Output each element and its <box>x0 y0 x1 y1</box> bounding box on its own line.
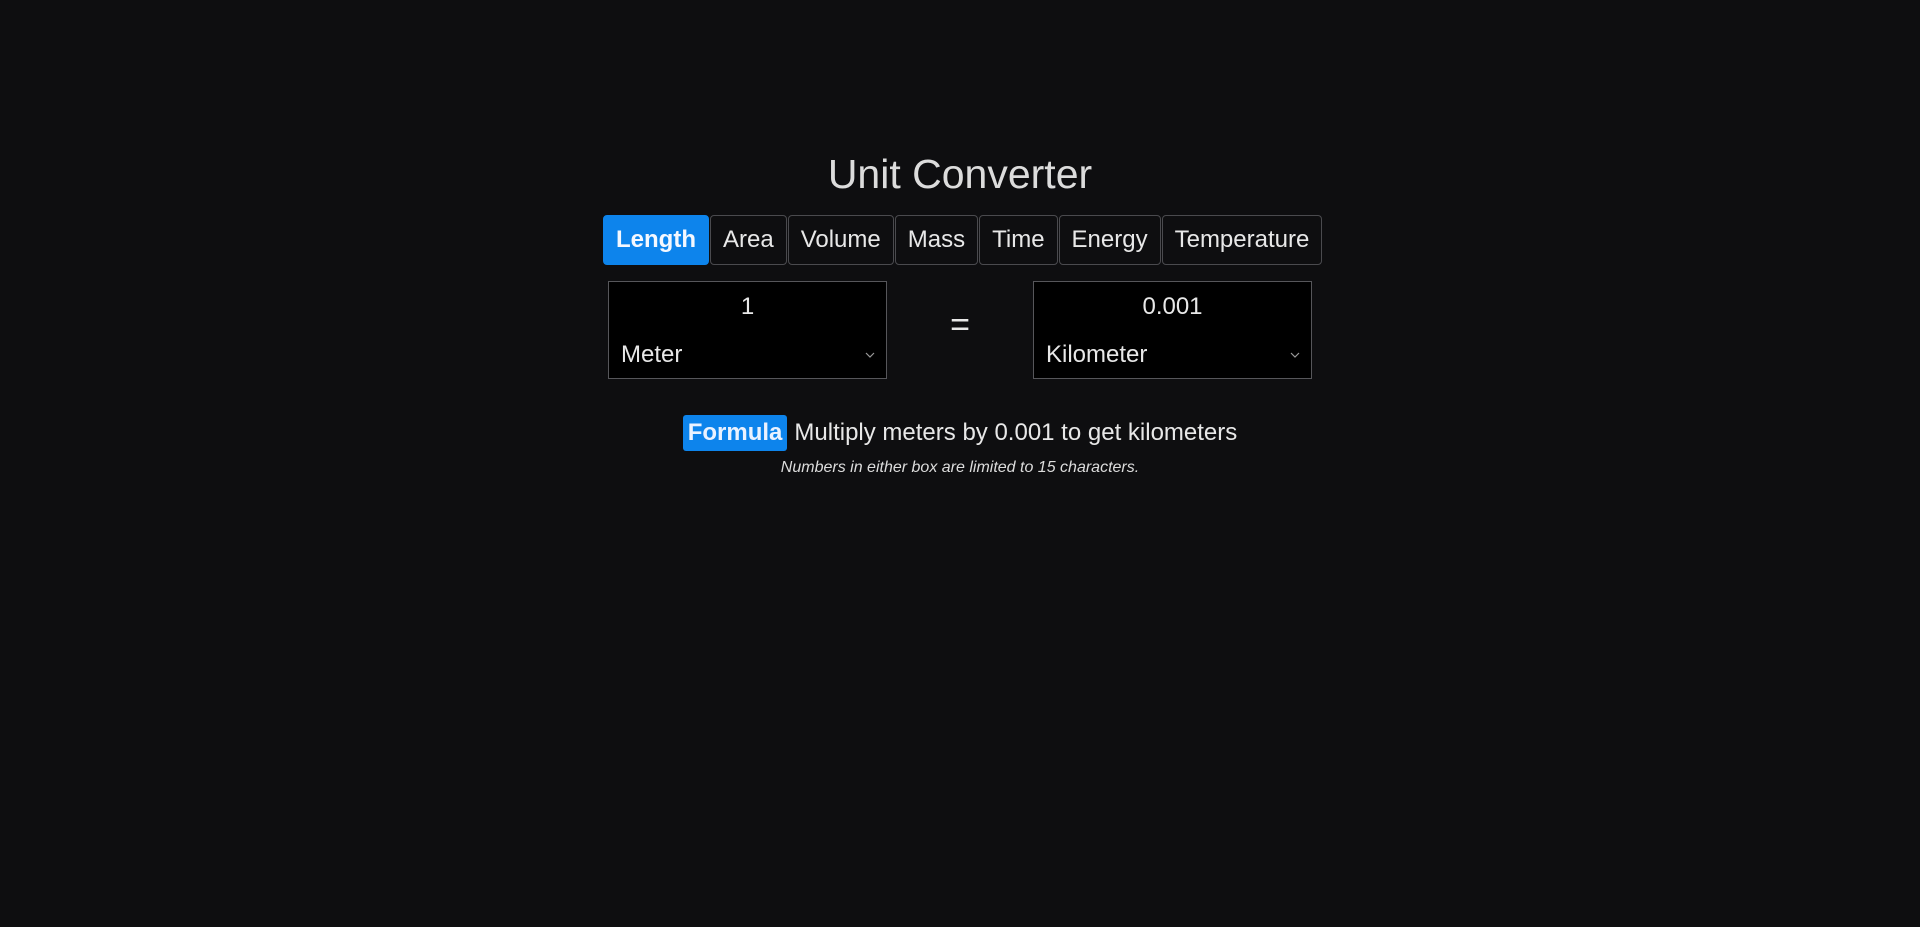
to-unit-label: Kilometer <box>1046 341 1148 368</box>
equals-sign: = <box>950 306 970 344</box>
tab-temperature[interactable]: Temperature <box>1161 215 1323 265</box>
from-converter-box: 1 Meter <box>608 281 887 379</box>
chevron-down-icon <box>1290 352 1300 358</box>
character-limit-note: Numbers in either box are limited to 15 … <box>780 459 1140 476</box>
tab-time[interactable]: Time <box>979 215 1058 265</box>
unit-converter-app: Unit Converter Length Area Volume Mass T… <box>0 0 1920 927</box>
tab-length[interactable]: Length <box>603 215 709 265</box>
to-value-input[interactable]: 0.001 <box>1034 292 1311 322</box>
tab-energy[interactable]: Energy <box>1058 215 1161 265</box>
formula-text: Multiply meters by 0.001 to get kilomete… <box>794 419 1238 446</box>
category-tabs: Length Area Volume Mass Time Energy Temp… <box>603 215 1323 265</box>
from-unit-label: Meter <box>621 341 683 368</box>
tab-mass[interactable]: Mass <box>894 215 979 265</box>
from-value-input[interactable]: 1 <box>609 292 886 322</box>
tab-volume[interactable]: Volume <box>787 215 894 265</box>
formula-badge: Formula <box>682 415 788 451</box>
from-unit-select[interactable]: Meter <box>621 340 876 370</box>
chevron-down-icon <box>865 352 875 358</box>
to-converter-box: 0.001 Kilometer <box>1033 281 1312 379</box>
tab-area[interactable]: Area <box>709 215 787 265</box>
page-title: Unit Converter <box>827 151 1093 197</box>
formula-row: Formula Multiply meters by 0.001 to get … <box>0 415 1920 451</box>
to-unit-select[interactable]: Kilometer <box>1046 340 1301 370</box>
